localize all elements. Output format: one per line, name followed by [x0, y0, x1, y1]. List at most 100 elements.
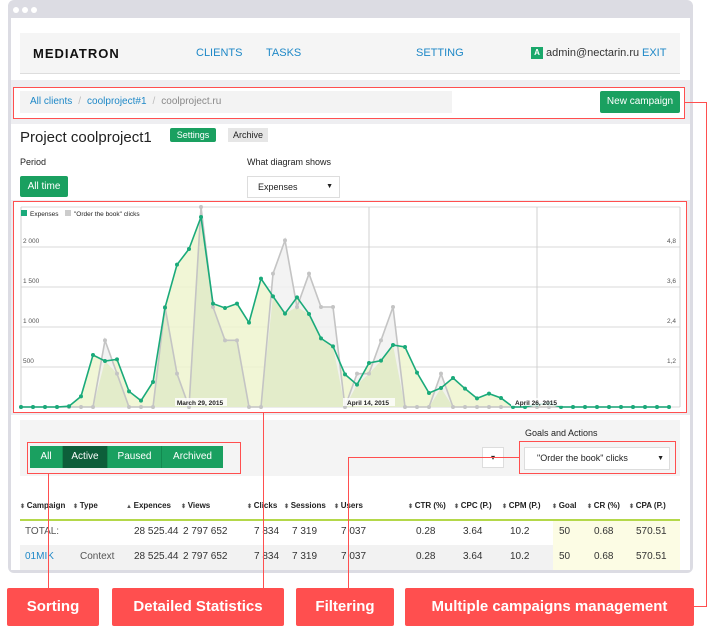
settings-button[interactable]: Settings	[170, 128, 216, 142]
column-header[interactable]: ⬍ Campaign	[20, 501, 65, 510]
column-header-label: Type	[79, 501, 98, 510]
expenses-point	[415, 370, 419, 375]
sort-icon: ⬍	[20, 504, 27, 510]
expenses-point	[199, 215, 203, 219]
clicks-point	[91, 405, 95, 409]
clicks-point	[499, 405, 503, 409]
expenses-point	[67, 404, 71, 409]
goals-select[interactable]: "Order the book" clicks ▼	[524, 447, 670, 470]
expenses-point	[475, 396, 479, 401]
clicks-point	[463, 405, 467, 409]
total-cell: 50	[559, 526, 571, 537]
column-header[interactable]: ⬍ CTR (%)	[408, 501, 446, 510]
clicks-point	[403, 405, 407, 409]
y-right-tick-label: 3,6	[667, 278, 676, 285]
total-cell: 0.68	[594, 526, 614, 537]
column-header[interactable]: ⬍ Goal	[552, 501, 576, 510]
expenses-point	[19, 405, 23, 409]
chart-container: 500 1 000 1 500 2 000 1,2 2,4 3,6 4,8 March 29, …	[13, 201, 687, 413]
clicks-point	[139, 405, 143, 409]
nav-setting[interactable]: SETTING	[416, 47, 464, 59]
column-header[interactable]: ⬍ Type	[73, 501, 98, 510]
expenses-point	[403, 345, 407, 349]
expenses-point	[163, 305, 167, 310]
sort-icon: ⬍	[629, 504, 636, 510]
chevron-down-icon: ▼	[326, 183, 333, 190]
annotation-detailed-statistics: Detailed Statistics	[112, 588, 284, 626]
expenses-point	[667, 405, 671, 409]
goals-select-value: "Order the book" clicks	[537, 453, 628, 463]
table-cell: 3.64	[463, 551, 483, 562]
sort-icon: ⬍	[334, 504, 341, 510]
breadcrumb-all-clients[interactable]: All clients	[30, 96, 72, 107]
sort-icon: ⬍	[247, 504, 254, 510]
clicks-point	[367, 371, 371, 376]
nav-tasks[interactable]: TASKS	[266, 47, 301, 59]
clicks-point	[259, 405, 263, 409]
clicks-point	[223, 338, 227, 343]
expenses-point	[187, 247, 191, 251]
expenses-point	[391, 343, 395, 347]
column-header[interactable]: ⬍ CR (%)	[587, 501, 620, 510]
clicks-point	[271, 271, 275, 276]
clicks-point	[175, 371, 179, 376]
clicks-point	[427, 405, 431, 409]
campaign-type: Context	[80, 551, 115, 562]
column-header[interactable]: ▲ Expences	[126, 501, 171, 510]
period-all-time-button[interactable]: All time	[20, 176, 68, 197]
sort-icon: ⬍	[454, 504, 461, 510]
user-email[interactable]: admin@nectarin.ru	[546, 47, 639, 59]
new-campaign-button[interactable]: New campaign	[600, 91, 680, 113]
table-header-divider	[20, 519, 680, 521]
campaign-link[interactable]: 01MIK	[25, 551, 54, 562]
clicks-point	[283, 238, 287, 243]
expenses-point	[115, 357, 119, 362]
expenses-point	[271, 294, 275, 299]
sort-icon: ⬍	[284, 504, 291, 510]
expenses-point	[223, 305, 227, 310]
annotation-filtering: Filtering	[296, 588, 394, 626]
expenses-point	[247, 320, 251, 325]
connector-line	[348, 457, 519, 458]
clicks-point	[115, 371, 119, 376]
diagram-select-value: Expenses	[258, 182, 298, 192]
sort-asc-icon: ▲	[126, 504, 134, 510]
clicks-point	[151, 405, 155, 409]
table-cell: 7 319	[292, 551, 318, 562]
status-filter-all[interactable]: All	[30, 446, 63, 468]
breadcrumb-project[interactable]: coolproject#1	[87, 96, 146, 107]
clicks-point	[487, 405, 491, 409]
goals-label: Goals and Actions	[525, 428, 598, 438]
clicks-point	[103, 338, 107, 343]
x-tick-label: April 26, 2015	[515, 400, 557, 407]
exit-link[interactable]: EXIT	[642, 47, 666, 59]
expenses-point	[427, 391, 431, 395]
x-tick-label: March 29, 2015	[177, 400, 224, 407]
expenses-point	[499, 395, 503, 400]
legend-label-clicks: "Order the book" clicks	[74, 211, 140, 218]
column-header-label: CTR (%)	[414, 501, 446, 510]
status-filter-active[interactable]: Active	[63, 446, 108, 468]
nav-clients[interactable]: CLIENTS	[196, 47, 242, 59]
total-label: TOTAL:	[25, 526, 60, 537]
expenses-point	[463, 386, 467, 391]
total-cell: 2 797 652	[183, 526, 228, 537]
status-filter-paused[interactable]: Paused	[108, 446, 162, 468]
column-header[interactable]: ⬍ CPM (P.)	[502, 501, 541, 510]
column-header[interactable]: ⬍ CPC (P.)	[454, 501, 492, 510]
total-cell: 7 319	[292, 526, 318, 537]
expenses-point	[355, 382, 359, 387]
column-header[interactable]: ⬍ Views	[181, 501, 210, 510]
annotation-multiple-campaigns: Multiple campaigns management	[405, 588, 694, 626]
expenses-point	[379, 358, 383, 363]
clicks-point	[415, 405, 419, 409]
column-header[interactable]: ⬍ Sessions	[284, 501, 326, 510]
expenses-point	[595, 405, 599, 409]
y-left-tick-label: 500	[23, 358, 34, 365]
column-header[interactable]: ⬍ CPA (P.)	[629, 501, 666, 510]
legend-label-expenses: Expenses	[30, 211, 59, 218]
total-cell: 570.51	[636, 526, 667, 537]
diagram-select[interactable]: Expenses ▼	[247, 176, 340, 198]
status-filter-archived[interactable]: Archived	[162, 446, 223, 468]
archive-button[interactable]: Archive	[228, 128, 268, 142]
